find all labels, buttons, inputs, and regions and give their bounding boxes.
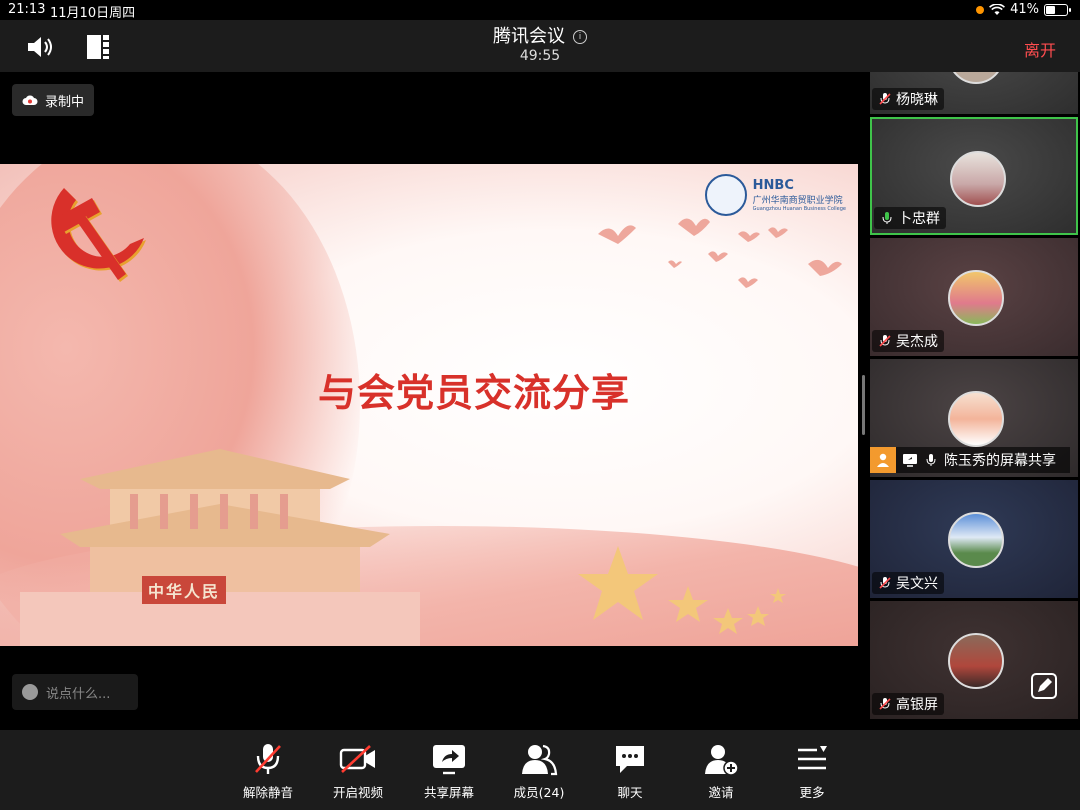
leave-button[interactable]: 离开 bbox=[1024, 37, 1056, 61]
start-video-button[interactable]: 开启视频 bbox=[318, 742, 398, 801]
participant-name-bar: 高银屏 bbox=[872, 693, 944, 715]
unmute-label: 解除静音 bbox=[242, 785, 293, 800]
participant-name: 杨晓琳 bbox=[896, 92, 938, 108]
app-title: 腾讯会议 bbox=[493, 26, 565, 47]
participant-name-bar: 杨晓琳 bbox=[872, 88, 944, 110]
chat-input[interactable]: 说点什么... bbox=[12, 674, 138, 710]
share-screen-label: 共享屏幕 bbox=[423, 785, 474, 800]
mic-muted-icon bbox=[879, 577, 891, 589]
bottom-toolbar: 解除静音 开启视频 共享屏幕 成员(24) 聊天 邀请 更多 bbox=[0, 730, 1080, 810]
emoji-icon[interactable] bbox=[22, 684, 38, 700]
battery-percent: 41% bbox=[1010, 2, 1039, 17]
video-off-icon bbox=[339, 745, 375, 773]
main-video-area: 录制中 HNBC 广州华南商贸职业学院 Guangzhou Huanan Bus… bbox=[0, 72, 868, 730]
mic-muted-icon bbox=[255, 744, 281, 774]
unmute-button[interactable]: 解除静音 bbox=[228, 742, 308, 801]
chat-button[interactable]: 聊天 bbox=[590, 742, 670, 801]
slide-title: 与会党员交流分享 bbox=[317, 371, 630, 415]
meeting-timer: 49:55 bbox=[519, 48, 561, 64]
split-scroll-handle[interactable] bbox=[862, 375, 865, 435]
shared-slide: HNBC 广州华南商贸职业学院 Guangzhou Huanan Busines… bbox=[0, 164, 858, 646]
tiananmen-gate-illustration bbox=[20, 449, 420, 646]
invite-icon bbox=[705, 745, 739, 776]
party-emblem-icon bbox=[51, 188, 146, 282]
participant-tile[interactable]: 吴文兴 bbox=[870, 480, 1078, 598]
participant-avatar bbox=[948, 391, 1004, 447]
info-icon[interactable]: i bbox=[573, 30, 587, 44]
battery-icon bbox=[1044, 3, 1071, 16]
gate-text: 中华人民 bbox=[142, 576, 227, 604]
recording-indicator-icon bbox=[976, 5, 985, 14]
user-icon bbox=[870, 447, 896, 473]
participant-name-bar: 吴文兴 bbox=[872, 572, 944, 594]
status-time: 21:13 bbox=[8, 2, 46, 17]
chat-icon bbox=[616, 746, 644, 773]
cloud-record-icon bbox=[22, 95, 38, 105]
participant-tile[interactable]: 吴杰成 bbox=[870, 238, 1078, 356]
participant-name: 吴文兴 bbox=[896, 576, 938, 592]
participant-list[interactable]: 杨晓琳 卜忠群 吴杰成 陈玉秀的屏幕共享 吴文兴 高银屏 bbox=[868, 72, 1080, 730]
screen-share-icon bbox=[903, 454, 917, 467]
more-menu-icon bbox=[798, 746, 827, 770]
more-label: 更多 bbox=[799, 785, 825, 800]
invite-button[interactable]: 邀请 bbox=[681, 742, 761, 801]
mic-muted-icon bbox=[879, 698, 891, 710]
share-screen-button[interactable]: 共享屏幕 bbox=[409, 742, 489, 801]
mic-on-icon bbox=[926, 454, 936, 466]
recording-label: 录制中 bbox=[45, 94, 85, 110]
annotate-pen-icon[interactable] bbox=[1030, 672, 1058, 700]
doves-decoration-icon bbox=[598, 218, 842, 288]
start-video-label: 开启视频 bbox=[332, 785, 383, 800]
more-button[interactable]: 更多 bbox=[772, 742, 852, 801]
participant-avatar bbox=[948, 270, 1004, 326]
participant-name: 陈玉秀的屏幕共享 bbox=[944, 453, 1056, 469]
members-label: 成员(24) bbox=[513, 785, 565, 800]
participant-name: 吴杰成 bbox=[896, 334, 938, 350]
stars-decoration-icon bbox=[578, 546, 786, 634]
screen-share-bar: 陈玉秀的屏幕共享 bbox=[870, 447, 1070, 473]
participant-name-bar: 吴杰成 bbox=[872, 330, 944, 352]
wifi-icon bbox=[989, 3, 1006, 15]
recording-badge[interactable]: 录制中 bbox=[12, 84, 95, 116]
status-bar: 21:13 11月10日周四 41% bbox=[0, 0, 1080, 21]
participant-avatar bbox=[948, 512, 1004, 568]
share-screen-icon bbox=[433, 745, 465, 775]
meeting-title: 腾讯会议 i bbox=[0, 22, 1080, 48]
status-right: 41% bbox=[976, 2, 1071, 17]
chat-label: 聊天 bbox=[617, 785, 643, 800]
status-date: 11月10日周四 bbox=[50, 6, 136, 21]
meeting-header: 腾讯会议 i 49:55 离开 bbox=[0, 20, 1080, 72]
participant-avatar bbox=[948, 72, 1004, 84]
participant-avatar bbox=[950, 151, 1006, 207]
mic-muted-icon bbox=[879, 93, 891, 105]
participant-tile-active[interactable]: 卜忠群 bbox=[870, 117, 1078, 235]
mic-muted-icon bbox=[879, 335, 891, 347]
participant-name: 卜忠群 bbox=[898, 211, 940, 227]
participant-name: 高银屏 bbox=[896, 697, 938, 713]
participant-tile[interactable]: 杨晓琳 bbox=[870, 72, 1078, 114]
participant-name-bar: 卜忠群 bbox=[874, 207, 946, 229]
logo-english: HNBC bbox=[752, 178, 794, 193]
participant-tile-screen-share[interactable]: 陈玉秀的屏幕共享 bbox=[870, 359, 1078, 477]
participant-tile[interactable]: 高银屏 bbox=[870, 601, 1078, 719]
members-button[interactable]: 成员(24) bbox=[499, 742, 579, 801]
members-icon bbox=[522, 744, 558, 776]
mic-active-icon bbox=[882, 212, 892, 224]
participant-avatar bbox=[948, 633, 1004, 689]
invite-label: 邀请 bbox=[708, 785, 734, 800]
chat-placeholder: 说点什么... bbox=[46, 686, 111, 702]
